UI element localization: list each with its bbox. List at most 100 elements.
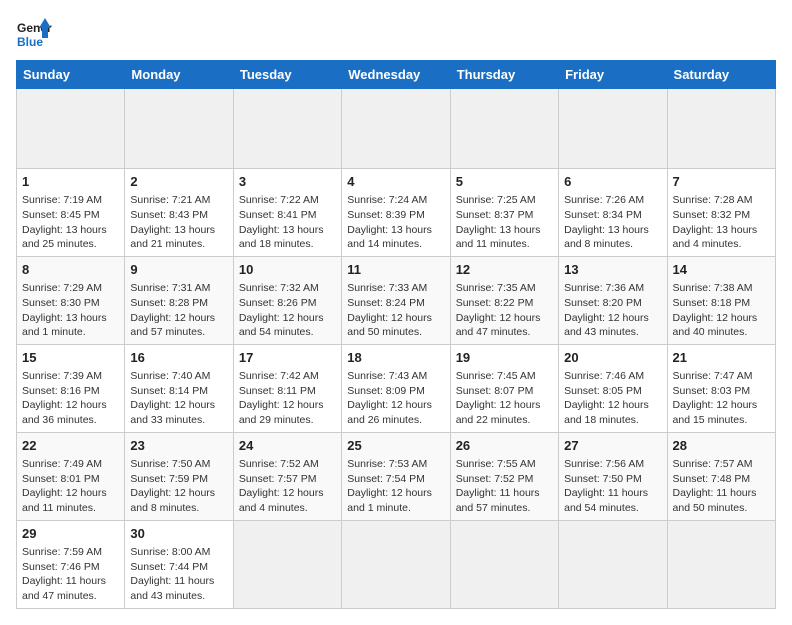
day-number: 15: [22, 349, 119, 367]
cell-info-line: Sunset: 7:46 PM: [22, 560, 119, 575]
cell-info-line: Daylight: 12 hours and 15 minutes.: [673, 398, 770, 427]
calendar-cell: 22Sunrise: 7:49 AMSunset: 8:01 PMDayligh…: [17, 432, 125, 520]
cell-info-line: Daylight: 12 hours and 47 minutes.: [456, 311, 553, 340]
cell-info-line: Sunset: 8:11 PM: [239, 384, 336, 399]
calendar-week-4: 22Sunrise: 7:49 AMSunset: 8:01 PMDayligh…: [17, 432, 776, 520]
day-header-friday: Friday: [559, 61, 667, 89]
day-number: 8: [22, 261, 119, 279]
calendar-cell: 14Sunrise: 7:38 AMSunset: 8:18 PMDayligh…: [667, 256, 775, 344]
cell-info-line: Sunset: 8:43 PM: [130, 208, 227, 223]
cell-info-line: Sunrise: 7:47 AM: [673, 369, 770, 384]
day-number: 27: [564, 437, 661, 455]
cell-info-line: Sunset: 8:05 PM: [564, 384, 661, 399]
cell-info-line: Sunrise: 7:21 AM: [130, 193, 227, 208]
day-number: 21: [673, 349, 770, 367]
cell-info-line: Sunrise: 7:28 AM: [673, 193, 770, 208]
logo: General Blue: [16, 16, 52, 52]
calendar-cell: 13Sunrise: 7:36 AMSunset: 8:20 PMDayligh…: [559, 256, 667, 344]
calendar-cell: 18Sunrise: 7:43 AMSunset: 8:09 PMDayligh…: [342, 344, 450, 432]
cell-info-line: Daylight: 13 hours and 14 minutes.: [347, 223, 444, 252]
cell-info-line: Sunset: 8:45 PM: [22, 208, 119, 223]
cell-info-line: Daylight: 13 hours and 4 minutes.: [673, 223, 770, 252]
day-header-thursday: Thursday: [450, 61, 558, 89]
calendar-cell: [667, 520, 775, 608]
cell-info-line: Sunrise: 7:24 AM: [347, 193, 444, 208]
calendar-cell: 2 Sunrise: 7:21 AMSunset: 8:43 PMDaylight…: [125, 169, 233, 257]
cell-info-line: Sunset: 7:48 PM: [673, 472, 770, 487]
calendar-cell: 17Sunrise: 7:42 AMSunset: 8:11 PMDayligh…: [233, 344, 341, 432]
cell-info-line: Sunset: 8:28 PM: [130, 296, 227, 311]
cell-info-line: Daylight: 13 hours and 21 minutes.: [130, 223, 227, 252]
day-number: 20: [564, 349, 661, 367]
cell-info-line: Sunrise: 7:46 AM: [564, 369, 661, 384]
calendar-week-2: 8Sunrise: 7:29 AMSunset: 8:30 PMDaylight…: [17, 256, 776, 344]
cell-info-line: Sunrise: 7:19 AM: [22, 193, 119, 208]
cell-info-line: Sunset: 8:34 PM: [564, 208, 661, 223]
cell-info-line: Sunrise: 7:22 AM: [239, 193, 336, 208]
calendar-header-row: SundayMondayTuesdayWednesdayThursdayFrid…: [17, 61, 776, 89]
day-number: 13: [564, 261, 661, 279]
cell-info-line: Daylight: 12 hours and 57 minutes.: [130, 311, 227, 340]
cell-info-line: Sunset: 8:24 PM: [347, 296, 444, 311]
calendar-cell: 26Sunrise: 7:55 AMSunset: 7:52 PMDayligh…: [450, 432, 558, 520]
calendar-cell: 29 Sunrise: 7:59 AMSunset: 7:46 PMDayligh…: [17, 520, 125, 608]
calendar-cell: [342, 520, 450, 608]
day-number: 2: [130, 173, 227, 191]
calendar-cell: 28Sunrise: 7:57 AMSunset: 7:48 PMDayligh…: [667, 432, 775, 520]
cell-info-line: Sunrise: 7:33 AM: [347, 281, 444, 296]
calendar-week-5: 29 Sunrise: 7:59 AMSunset: 7:46 PMDayligh…: [17, 520, 776, 608]
day-number: 9: [130, 261, 227, 279]
day-header-saturday: Saturday: [667, 61, 775, 89]
cell-info-line: Daylight: 13 hours and 18 minutes.: [239, 223, 336, 252]
cell-info-line: Daylight: 12 hours and 1 minute.: [347, 486, 444, 515]
calendar-cell: 15Sunrise: 7:39 AMSunset: 8:16 PMDayligh…: [17, 344, 125, 432]
day-number: 10: [239, 261, 336, 279]
cell-info-line: Daylight: 12 hours and 18 minutes.: [564, 398, 661, 427]
cell-info-line: Daylight: 12 hours and 54 minutes.: [239, 311, 336, 340]
cell-info-line: Daylight: 13 hours and 8 minutes.: [564, 223, 661, 252]
cell-info-line: Daylight: 12 hours and 50 minutes.: [347, 311, 444, 340]
cell-info-line: Sunset: 8:07 PM: [456, 384, 553, 399]
cell-info-line: Daylight: 13 hours and 25 minutes.: [22, 223, 119, 252]
cell-info-line: Sunrise: 7:59 AM: [22, 545, 119, 560]
cell-info-line: Sunrise: 7:26 AM: [564, 193, 661, 208]
cell-info-line: Sunrise: 7:45 AM: [456, 369, 553, 384]
cell-info-line: Daylight: 12 hours and 29 minutes.: [239, 398, 336, 427]
cell-info-line: Daylight: 13 hours and 11 minutes.: [456, 223, 553, 252]
calendar-cell: 12Sunrise: 7:35 AMSunset: 8:22 PMDayligh…: [450, 256, 558, 344]
calendar-cell: 21 Sunrise: 7:47 AMSunset: 8:03 PMDayligh…: [667, 344, 775, 432]
calendar-cell: 4 Sunrise: 7:24 AMSunset: 8:39 PMDaylight…: [342, 169, 450, 257]
cell-info-line: Sunrise: 7:42 AM: [239, 369, 336, 384]
cell-info-line: Sunset: 8:30 PM: [22, 296, 119, 311]
cell-info-line: Sunrise: 7:32 AM: [239, 281, 336, 296]
cell-info-line: Sunrise: 7:38 AM: [673, 281, 770, 296]
calendar-cell: 30Sunrise: 8:00 AMSunset: 7:44 PMDayligh…: [125, 520, 233, 608]
calendar-cell: 25Sunrise: 7:53 AMSunset: 7:54 PMDayligh…: [342, 432, 450, 520]
calendar-cell: [125, 89, 233, 169]
day-number: 23: [130, 437, 227, 455]
calendar-cell: 8Sunrise: 7:29 AMSunset: 8:30 PMDaylight…: [17, 256, 125, 344]
day-number: 12: [456, 261, 553, 279]
calendar-week-1: 1Sunrise: 7:19 AMSunset: 8:45 PMDaylight…: [17, 169, 776, 257]
cell-info-line: Sunset: 8:16 PM: [22, 384, 119, 399]
day-number: 3: [239, 173, 336, 191]
cell-info-line: Sunrise: 7:52 AM: [239, 457, 336, 472]
cell-info-line: Sunset: 8:39 PM: [347, 208, 444, 223]
calendar-cell: 10Sunrise: 7:32 AMSunset: 8:26 PMDayligh…: [233, 256, 341, 344]
cell-info-line: Sunset: 7:52 PM: [456, 472, 553, 487]
calendar-week-3: 15Sunrise: 7:39 AMSunset: 8:16 PMDayligh…: [17, 344, 776, 432]
calendar-cell: 9Sunrise: 7:31 AMSunset: 8:28 PMDaylight…: [125, 256, 233, 344]
cell-info-line: Daylight: 11 hours and 47 minutes.: [22, 574, 119, 603]
calendar-cell: [17, 89, 125, 169]
day-number: 29: [22, 525, 119, 543]
cell-info-line: Sunset: 8:22 PM: [456, 296, 553, 311]
cell-info-line: Sunrise: 7:43 AM: [347, 369, 444, 384]
cell-info-line: Sunset: 8:03 PM: [673, 384, 770, 399]
cell-info-line: Sunset: 7:50 PM: [564, 472, 661, 487]
day-number: 4: [347, 173, 444, 191]
day-number: 28: [673, 437, 770, 455]
cell-info-line: Daylight: 11 hours and 50 minutes.: [673, 486, 770, 515]
page-header: General Blue: [16, 16, 776, 52]
day-number: 14: [673, 261, 770, 279]
calendar-week-0: [17, 89, 776, 169]
